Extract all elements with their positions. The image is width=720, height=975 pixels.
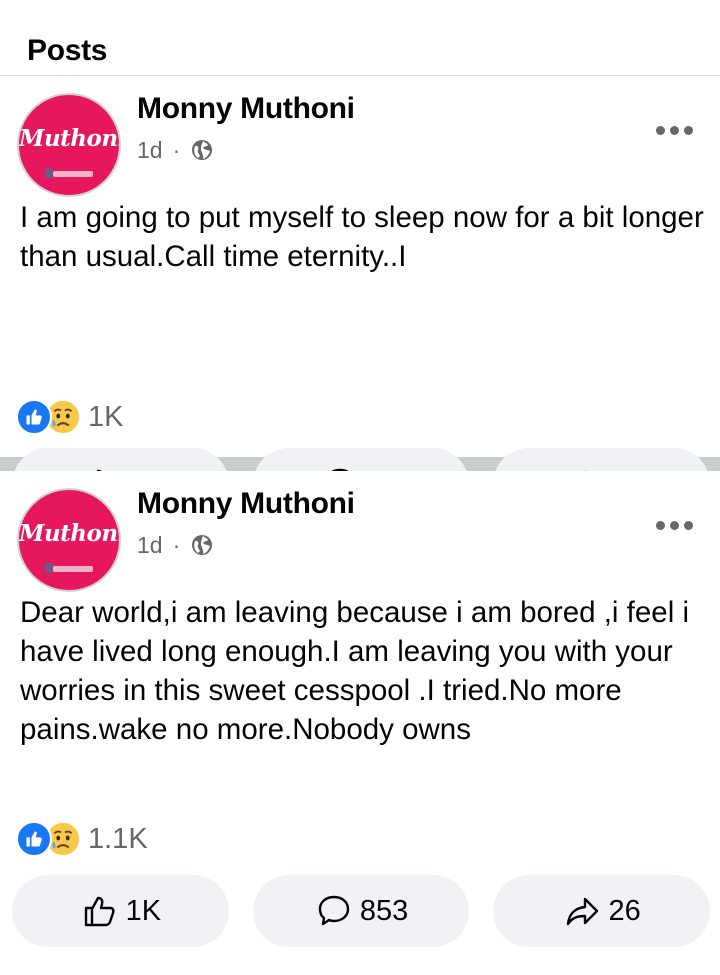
- avatar[interactable]: Muthoni: [17, 93, 121, 197]
- meta-separator: ·: [172, 531, 181, 558]
- meta-separator: ·: [172, 136, 181, 163]
- post-card: Muthoni Monny Muthoni 1d · I am going to…: [0, 76, 720, 520]
- author-name[interactable]: Monny Muthoni: [137, 487, 355, 521]
- comment-count: 853: [359, 894, 409, 927]
- comment-icon: [318, 895, 350, 926]
- globe-icon: [192, 535, 213, 555]
- reactions-summary[interactable]: 1.1K: [16, 818, 148, 860]
- avatar-sub-logo: [45, 168, 93, 178]
- comment-button[interactable]: 853: [252, 875, 470, 947]
- posts-section-header: Posts: [0, 0, 720, 76]
- post-text: I am going to put myself to sleep now fo…: [20, 201, 704, 273]
- author-name[interactable]: Monny Muthoni: [137, 92, 355, 126]
- post-time[interactable]: 1d: [137, 532, 163, 559]
- thumbs-up-icon: [84, 896, 115, 927]
- post-text: Dear world,i am leaving because i am bor…: [20, 596, 689, 746]
- more-horizontal-icon[interactable]: [656, 515, 698, 535]
- post-header: Muthoni Monny Muthoni 1d ·: [0, 471, 720, 592]
- post-time[interactable]: 1d: [137, 137, 163, 164]
- reactions-count: 1K: [88, 400, 124, 433]
- post-actions: 1K 853 26: [12, 875, 711, 947]
- reactions-count: 1.1K: [88, 822, 148, 855]
- share-arrow-icon: [566, 897, 598, 926]
- like-button[interactable]: 1K: [12, 875, 229, 947]
- avatar-sub-logo: [45, 563, 93, 573]
- share-count: 26: [608, 894, 641, 927]
- post-header: Muthoni Monny Muthoni 1d ·: [0, 76, 720, 197]
- post-meta: 1d ·: [137, 527, 214, 563]
- avatar[interactable]: Muthoni: [17, 488, 121, 592]
- reactions-summary[interactable]: 1K: [16, 396, 123, 438]
- share-button[interactable]: 26: [493, 875, 711, 947]
- like-reaction-icon: [16, 821, 52, 857]
- post-meta: 1d ·: [137, 132, 214, 168]
- like-reaction-icon: [16, 399, 52, 435]
- avatar-brand-text: Muthoni: [19, 125, 121, 152]
- like-count: 1K: [125, 894, 162, 927]
- globe-icon: [192, 140, 213, 160]
- post-card: Muthoni Monny Muthoni 1d · Dear world,i …: [0, 471, 720, 975]
- more-horizontal-icon[interactable]: [656, 120, 698, 140]
- avatar-brand-text: Muthoni: [19, 520, 121, 547]
- section-title: Posts: [27, 34, 108, 67]
